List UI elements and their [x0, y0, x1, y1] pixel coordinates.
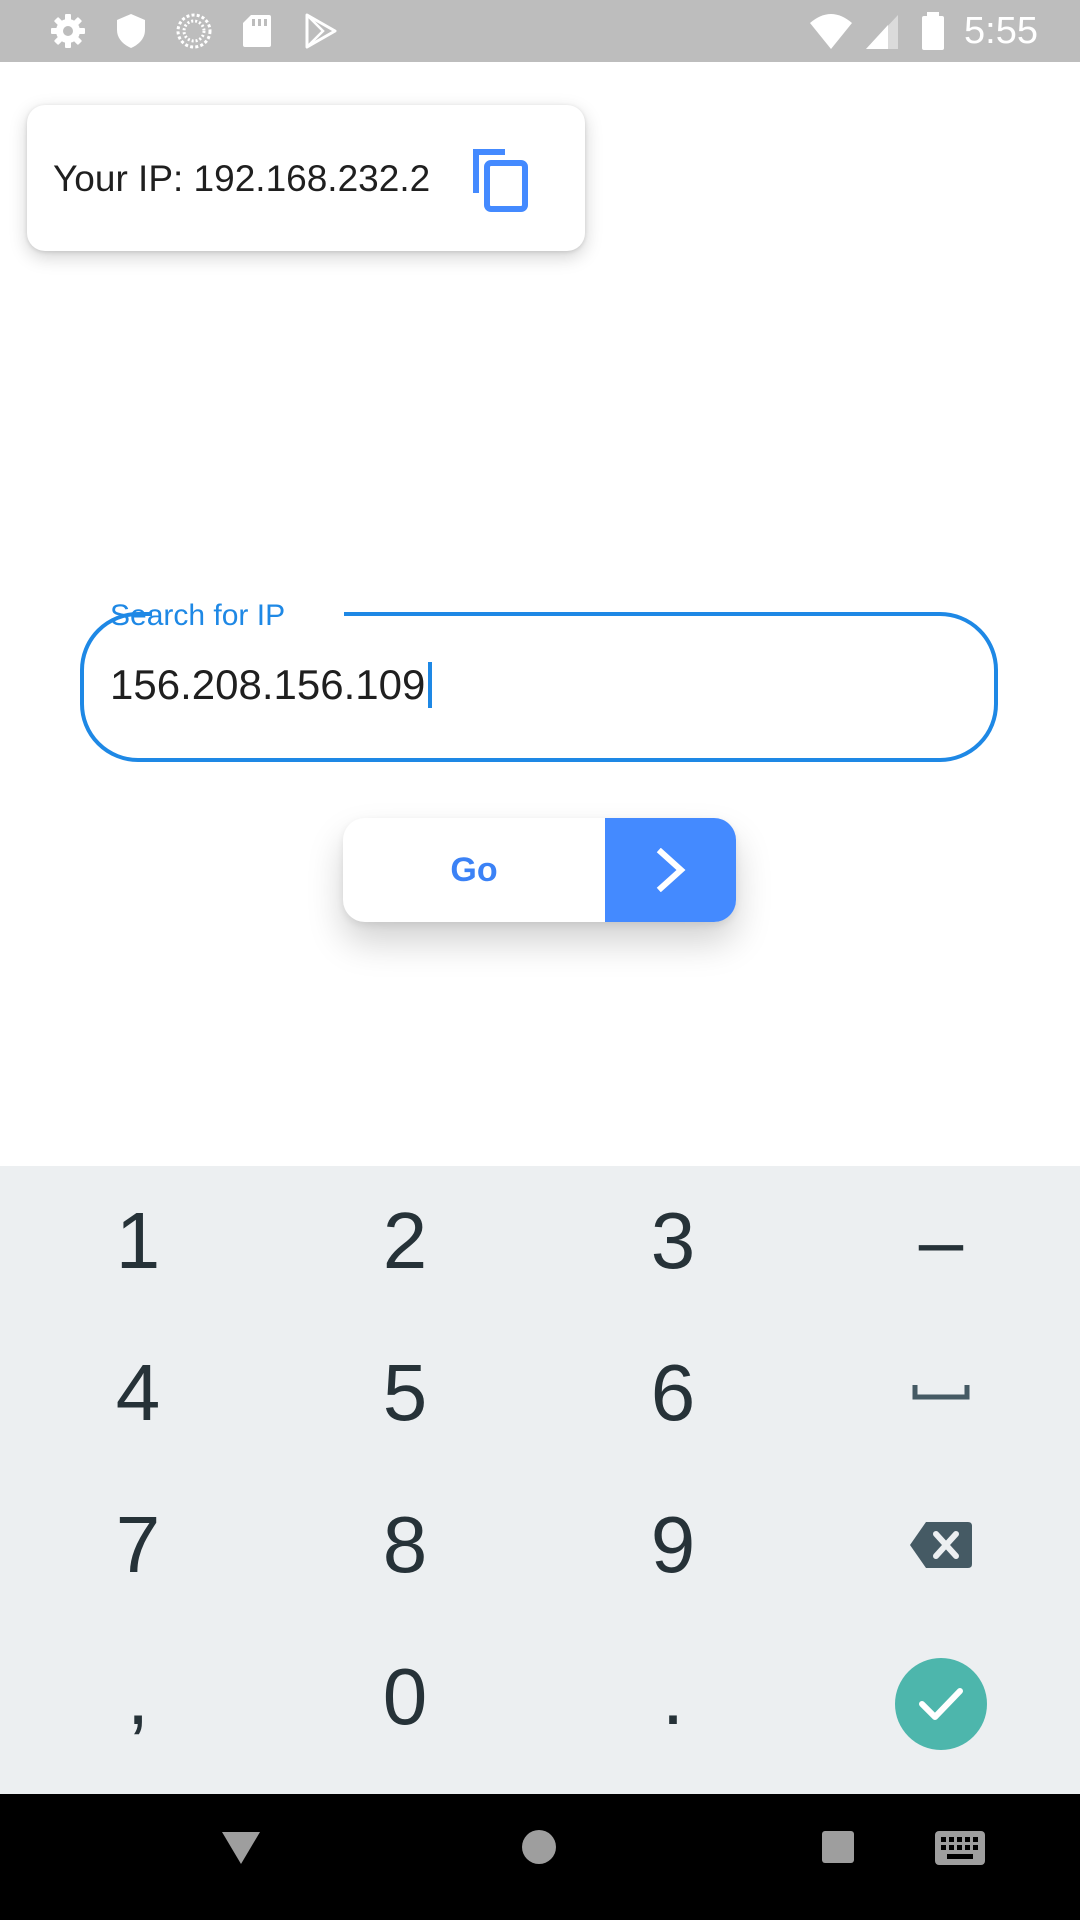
backspace-icon: [910, 1522, 972, 1568]
numeric-keyboard: 1 2 3 – 4 5 6 7 8 9 , 0 .: [0, 1166, 1080, 1794]
key-7[interactable]: 7: [28, 1470, 248, 1620]
key-6[interactable]: 6: [563, 1318, 783, 1468]
done-key[interactable]: [895, 1658, 987, 1750]
key-minus[interactable]: –: [831, 1166, 1051, 1316]
your-ip-text: Your IP: 192.168.232.2: [53, 158, 431, 199]
sync-icon: [176, 13, 212, 49]
key-0[interactable]: 0: [295, 1622, 515, 1772]
search-ip-label: Search for IP: [110, 599, 286, 632]
key-4[interactable]: 4: [28, 1318, 248, 1468]
key-period[interactable]: .: [563, 1622, 783, 1772]
checkmark-icon: [919, 1688, 963, 1720]
go-button[interactable]: Go: [343, 818, 736, 922]
status-time: 5:55: [964, 10, 1038, 52]
recents-icon[interactable]: [821, 1830, 855, 1864]
chevron-right-icon: [656, 848, 686, 892]
play-store-icon: [305, 13, 337, 49]
key-2[interactable]: 2: [295, 1166, 515, 1316]
text-caret: [428, 662, 433, 708]
key-backspace[interactable]: [831, 1470, 1051, 1620]
shield-icon: [117, 14, 145, 48]
space-icon: [912, 1385, 970, 1400]
status-bar: 5:55: [0, 0, 1080, 62]
key-comma[interactable]: ,: [28, 1622, 248, 1772]
navigation-bar: [0, 1794, 1080, 1920]
go-arrow-box[interactable]: [605, 818, 736, 922]
sd-card-icon: [243, 15, 271, 47]
key-8[interactable]: 8: [295, 1470, 515, 1620]
ip-card: Your IP: 192.168.232.2: [27, 105, 585, 251]
wifi-icon: [810, 14, 852, 49]
copy-icon[interactable]: [465, 143, 533, 215]
key-1[interactable]: 1: [28, 1166, 248, 1316]
key-space[interactable]: [831, 1318, 1051, 1468]
settings-icon: [51, 14, 85, 48]
battery-icon: [922, 12, 944, 50]
search-ip-value: 156.208.156.109: [110, 661, 426, 708]
key-3[interactable]: 3: [563, 1166, 783, 1316]
back-icon[interactable]: [220, 1830, 262, 1866]
go-button-label: Go: [450, 850, 498, 889]
home-icon[interactable]: [520, 1828, 558, 1866]
key-9[interactable]: 9: [563, 1470, 783, 1620]
keyboard-icon[interactable]: [934, 1830, 986, 1866]
cell-signal-icon: [866, 15, 898, 49]
key-5[interactable]: 5: [295, 1318, 515, 1468]
search-ip-input[interactable]: 156.208.156.109: [110, 660, 433, 710]
